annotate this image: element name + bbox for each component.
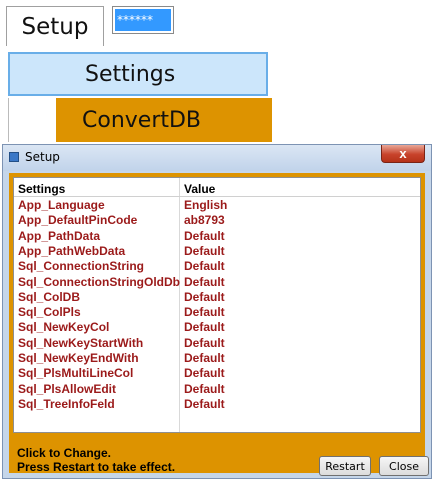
setting-name-cell[interactable]: Sql_NewKeyCol bbox=[18, 320, 109, 334]
table-row[interactable]: Sql_ColDB Default bbox=[14, 289, 420, 304]
setup-menu-button[interactable]: Setup bbox=[6, 6, 104, 46]
status-line-2: Press Restart to take effect. bbox=[17, 460, 176, 474]
setting-value-cell[interactable]: Default bbox=[184, 382, 225, 396]
setting-name-cell[interactable]: Sql_TreeInfoFeld bbox=[18, 397, 115, 411]
setting-name-cell[interactable]: App_Language bbox=[18, 198, 105, 212]
status-line-1: Click to Change. bbox=[17, 446, 112, 460]
table-row[interactable]: Sql_NewKeyEndWith Default bbox=[14, 350, 420, 365]
window-close-button[interactable]: x bbox=[381, 145, 425, 163]
setting-name-cell[interactable]: Sql_PlsAllowEdit bbox=[18, 382, 116, 396]
setting-value-cell[interactable]: Default bbox=[184, 259, 225, 273]
menu-item-convertdb[interactable]: ConvertDB bbox=[8, 98, 272, 142]
setting-value-cell[interactable]: Default bbox=[184, 275, 225, 289]
title-bar[interactable]: Setup x bbox=[3, 145, 431, 171]
setting-value-cell[interactable]: Default bbox=[184, 305, 225, 319]
table-row[interactable]: Sql_PlsAllowEdit Default bbox=[14, 381, 420, 396]
menu-item-settings[interactable]: Settings bbox=[8, 52, 268, 96]
setting-name-cell[interactable]: Sql_ConnectionString bbox=[18, 259, 144, 273]
setting-value-cell[interactable]: Default bbox=[184, 290, 225, 304]
setting-name-cell[interactable]: App_PathWebData bbox=[18, 244, 125, 258]
pin-input[interactable] bbox=[115, 9, 171, 31]
setting-name-cell[interactable]: App_DefaultPinCode bbox=[18, 213, 137, 227]
table-row[interactable]: Sql_ColPls Default bbox=[14, 304, 420, 319]
menu-item-convertdb-label: ConvertDB bbox=[56, 98, 272, 142]
restart-button[interactable]: Restart bbox=[319, 456, 371, 476]
grid-header-row: Settings Value bbox=[14, 181, 420, 197]
setting-value-cell[interactable]: Default bbox=[184, 397, 225, 411]
setting-name-cell[interactable]: Sql_PlsMultiLineCol bbox=[18, 366, 133, 380]
setting-value-cell[interactable]: Default bbox=[184, 320, 225, 334]
setting-name-cell[interactable]: App_PathData bbox=[18, 229, 100, 243]
table-row[interactable]: Sql_NewKeyCol Default bbox=[14, 319, 420, 334]
window-title: Setup bbox=[25, 150, 60, 164]
menu-item-settings-label: Settings bbox=[85, 61, 176, 87]
close-button[interactable]: Close bbox=[379, 456, 429, 476]
setting-value-cell[interactable]: Default bbox=[184, 336, 225, 350]
table-row[interactable]: App_PathData Default bbox=[14, 228, 420, 243]
setting-name-cell[interactable]: Sql_ColDB bbox=[18, 290, 80, 304]
column-header-settings[interactable]: Settings bbox=[18, 182, 65, 196]
table-row[interactable]: App_PathWebData Default bbox=[14, 243, 420, 258]
settings-grid: Settings Value App_Language English App_De… bbox=[13, 177, 421, 433]
window-client-area: Settings Value App_Language English App_De… bbox=[9, 173, 429, 476]
setting-value-cell[interactable]: ab8793 bbox=[184, 213, 225, 227]
setting-name-cell[interactable]: Sql_ConnectionStringOldDb bbox=[18, 275, 180, 289]
setting-value-cell[interactable]: Default bbox=[184, 229, 225, 243]
table-row[interactable]: App_DefaultPinCode ab8793 bbox=[14, 212, 420, 227]
status-text: Click to Change. Press Restart to take e… bbox=[17, 446, 175, 474]
table-row[interactable]: Sql_ConnectionString Default bbox=[14, 258, 420, 273]
app-icon bbox=[9, 152, 19, 162]
pin-field-wrapper bbox=[112, 6, 174, 34]
setting-value-cell[interactable]: English bbox=[184, 198, 227, 212]
table-row[interactable]: Sql_TreeInfoFeld Default bbox=[14, 396, 420, 411]
setting-name-cell[interactable]: Sql_ColPls bbox=[18, 305, 81, 319]
close-icon: x bbox=[399, 146, 407, 161]
column-header-value[interactable]: Value bbox=[184, 182, 215, 196]
setting-value-cell[interactable]: Default bbox=[184, 244, 225, 258]
table-row[interactable]: Sql_PlsMultiLineCol Default bbox=[14, 365, 420, 380]
menu-icon-gutter bbox=[8, 98, 56, 142]
setting-value-cell[interactable]: Default bbox=[184, 366, 225, 380]
setting-name-cell[interactable]: Sql_NewKeyStartWith bbox=[18, 336, 143, 350]
setup-window: Setup x Settings Value App_Language Engli… bbox=[2, 144, 432, 479]
table-row[interactable]: Sql_ConnectionStringOldDb Default bbox=[14, 274, 420, 289]
setting-value-cell[interactable]: Default bbox=[184, 351, 225, 365]
table-row[interactable]: Sql_NewKeyStartWith Default bbox=[14, 335, 420, 350]
setting-name-cell[interactable]: Sql_NewKeyEndWith bbox=[18, 351, 139, 365]
table-row[interactable]: App_Language English bbox=[14, 197, 420, 212]
